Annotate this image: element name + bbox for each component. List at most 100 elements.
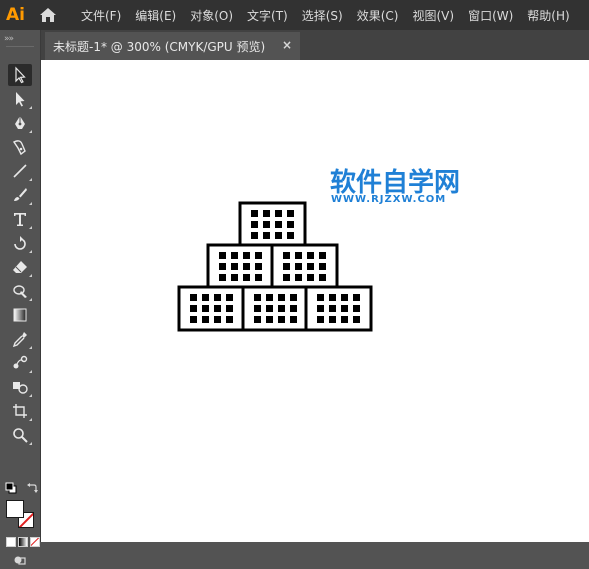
window-square [251, 232, 258, 239]
eyedropper-tool[interactable] [8, 328, 32, 350]
window-square [202, 316, 209, 323]
window-square [190, 316, 197, 323]
menu-help[interactable]: 帮助(H) [520, 7, 576, 24]
menu-select[interactable]: 选择(S) [295, 7, 350, 24]
window-square [263, 221, 270, 228]
window-square [353, 294, 360, 301]
window-square [319, 263, 326, 270]
app-logo: Ai [6, 5, 25, 25]
menu-window[interactable]: 窗口(W) [461, 7, 520, 24]
window-square [317, 316, 324, 323]
menu-edit[interactable]: 编辑(E) [128, 7, 183, 24]
default-colors-button[interactable] [5, 482, 17, 494]
swap-arrow-icon [27, 483, 38, 493]
menu-view[interactable]: 视图(V) [405, 7, 461, 24]
window-square [283, 252, 290, 259]
building-pyramid-artwork [177, 201, 373, 332]
window-square [254, 305, 261, 312]
window-square [254, 294, 261, 301]
menu-effect[interactable]: 效果(C) [350, 7, 406, 24]
home-icon [40, 8, 56, 22]
window-square [307, 263, 314, 270]
gradient-mode-button[interactable] [18, 537, 28, 547]
window-square [251, 221, 258, 228]
home-button[interactable] [36, 3, 60, 27]
window-square [295, 274, 302, 281]
window-square [254, 316, 261, 323]
menu-file[interactable]: 文件(F) [74, 7, 128, 24]
window-square [255, 274, 262, 281]
line-segment-tool-icon [13, 164, 27, 178]
window-square [329, 316, 336, 323]
window-square [329, 294, 336, 301]
curvature-tool-icon [12, 140, 26, 156]
menu-type[interactable]: 文字(T) [240, 7, 295, 24]
window-square [287, 232, 294, 239]
window-square [278, 305, 285, 312]
window-square [226, 316, 233, 323]
pen-tool-icon [15, 116, 25, 129]
window-square [243, 274, 250, 281]
fill-color-swatch[interactable] [6, 500, 24, 518]
window-square [307, 274, 314, 281]
close-tab-button[interactable]: × [282, 38, 292, 52]
document-tab-bar: 未标题-1* @ 300% (CMYK/GPU 预览) × [41, 30, 589, 60]
window-square [226, 294, 233, 301]
menu-object[interactable]: 对象(O) [183, 7, 240, 24]
puppet-warp-tool[interactable] [8, 280, 32, 302]
window-square [263, 232, 270, 239]
window-square [275, 210, 282, 217]
shape-builder-tool[interactable] [8, 376, 32, 398]
building-block [270, 243, 339, 290]
blend-tool[interactable] [8, 352, 32, 374]
window-square [290, 294, 297, 301]
selection-tool[interactable] [8, 64, 32, 86]
window-square [266, 294, 273, 301]
paintbrush-tool[interactable] [8, 184, 32, 206]
drawing-mode-button[interactable] [13, 554, 27, 566]
zoom-tool[interactable] [8, 424, 32, 446]
building-block [238, 201, 307, 248]
swap-fill-stroke-button[interactable] [26, 482, 38, 494]
menu-bar: Ai 文件(F) 编辑(E) 对象(O) 文字(T) 选择(S) 效果(C) 视… [0, 0, 589, 30]
paintbrush-tool-icon [14, 188, 27, 201]
window-square [353, 305, 360, 312]
building-block [241, 285, 310, 332]
pen-tool[interactable] [8, 112, 32, 134]
window-square [214, 294, 221, 301]
eyedropper-tool-icon [12, 332, 27, 348]
window-square [295, 263, 302, 270]
toolbar-collapse-grip[interactable]: »» [4, 34, 14, 44]
direct-selection-tool[interactable] [8, 88, 32, 110]
zoom-tool-icon [13, 428, 28, 443]
default-fill-stroke-icon [5, 482, 17, 494]
curvature-tool[interactable] [8, 136, 32, 158]
artboard-tool[interactable] [8, 400, 32, 422]
window-square [251, 210, 258, 217]
blend-tool-icon [13, 355, 28, 369]
window-square [319, 252, 326, 259]
window-square [341, 316, 348, 323]
type-tool[interactable] [8, 208, 32, 230]
artboard-tool-icon [13, 404, 27, 418]
window-square [275, 232, 282, 239]
artboard-canvas[interactable]: 软件自学网 WWW.RJZXW.COM [41, 60, 589, 542]
window-square [290, 316, 297, 323]
gradient-tool[interactable] [8, 304, 32, 326]
line-segment-tool[interactable] [8, 160, 32, 182]
document-tab[interactable]: 未标题-1* @ 300% (CMYK/GPU 预览) × [45, 32, 300, 60]
eraser-tool[interactable] [8, 256, 32, 278]
window-square [295, 252, 302, 259]
window-square [226, 305, 233, 312]
gradient-tool-icon [13, 308, 27, 322]
shape-builder-tool-icon [13, 382, 28, 394]
color-mode-button[interactable] [6, 537, 16, 547]
window-square [317, 294, 324, 301]
rotate-tool[interactable] [8, 232, 32, 254]
building-block [206, 243, 275, 290]
window-square [275, 221, 282, 228]
none-mode-button[interactable] [30, 537, 40, 547]
eraser-tool-icon [13, 261, 27, 273]
window-square [341, 305, 348, 312]
window-square [266, 305, 273, 312]
